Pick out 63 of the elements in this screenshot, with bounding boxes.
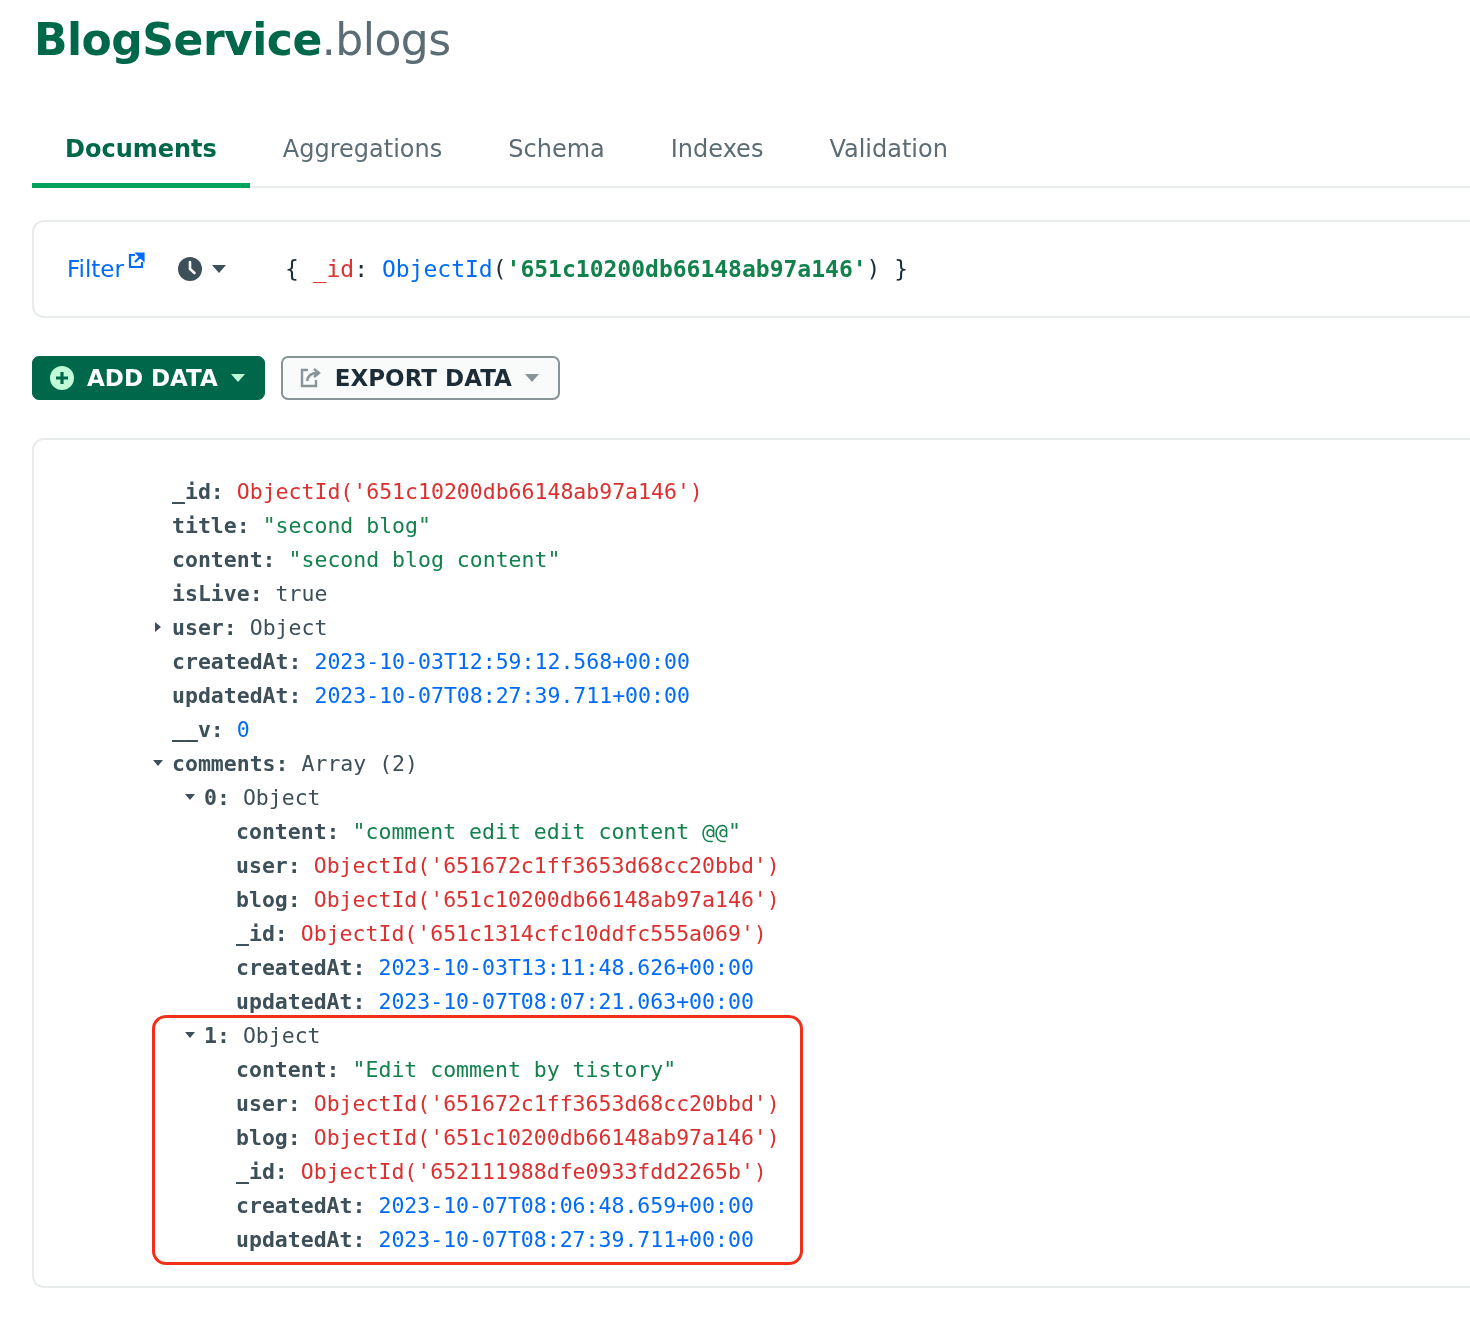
field-value: true: [275, 580, 328, 606]
add-data-button[interactable]: ADD DATA: [32, 356, 265, 400]
field-key: createdAt:: [236, 954, 366, 980]
field-key: updatedAt:: [172, 682, 302, 708]
field-key: title:: [172, 512, 250, 538]
field-key: 0:: [204, 784, 230, 810]
export-icon: [298, 367, 323, 389]
field-key: createdAt:: [172, 648, 302, 674]
field-key: __v:: [172, 716, 224, 742]
field-value: "second blog content": [288, 546, 561, 572]
export-data-button[interactable]: EXPORT DATA: [280, 356, 560, 400]
field-value: "Edit comment by tistory": [352, 1056, 677, 1082]
external-link-icon: [126, 252, 145, 270]
field-key: comments:: [172, 750, 289, 776]
tab[interactable]: Schema: [475, 135, 638, 188]
field-value: "comment edit edit content @@": [352, 818, 741, 844]
field-key: user:: [236, 1090, 301, 1116]
clock-icon[interactable]: [176, 256, 203, 282]
field-value: ObjectId('651c10200db66148ab97a146'): [313, 886, 780, 912]
field-key: blog:: [236, 886, 301, 912]
field-value: ObjectId('651672c1ff3653d68cc20bbd'): [313, 1090, 780, 1116]
filter-link[interactable]: Filter: [67, 256, 145, 282]
field-key: _id:: [236, 1158, 288, 1184]
field-value: Object: [249, 614, 328, 640]
plus-circle-icon: [49, 365, 75, 391]
tab[interactable]: Indexes: [637, 135, 797, 188]
field-value: 2023-10-07T08:27:39.711+00:00: [378, 1226, 754, 1252]
collection-title: BlogService.blogs: [34, 14, 452, 65]
field-value: ObjectId('651c10200db66148ab97a146'): [236, 478, 703, 504]
field-value: ObjectId('651c1314cfc10ddfc555a069'): [300, 920, 767, 946]
field-key: content:: [236, 1056, 340, 1082]
caret-down-icon[interactable]: [210, 264, 227, 274]
field-value: 2023-10-07T08:06:48.659+00:00: [378, 1192, 754, 1218]
field-value: ObjectId('651672c1ff3653d68cc20bbd'): [313, 852, 780, 878]
field-value: 2023-10-03T12:59:12.568+00:00: [314, 648, 690, 674]
field-value: 0: [236, 716, 250, 742]
field-key: updatedAt:: [236, 988, 366, 1014]
field-value: Object: [242, 784, 321, 810]
field-value: "second blog": [262, 512, 431, 538]
field-key: createdAt:: [236, 1192, 366, 1218]
field-key: 1:: [204, 1022, 230, 1048]
field-value: Array (2): [301, 750, 418, 776]
field-value: 2023-10-07T08:27:39.711+00:00: [314, 682, 690, 708]
field-value: 2023-10-03T13:11:48.626+00:00: [378, 954, 754, 980]
field-value: ObjectId('651c10200db66148ab97a146'): [313, 1124, 780, 1150]
caret-down-icon: [523, 373, 540, 383]
field-key: _id:: [172, 478, 224, 504]
field-key: user:: [236, 852, 301, 878]
field-value: 2023-10-07T08:07:21.063+00:00: [378, 988, 754, 1014]
field-value: Object: [242, 1022, 321, 1048]
field-key: content:: [236, 818, 340, 844]
tab[interactable]: Validation: [796, 135, 981, 188]
caret-down-icon: [229, 373, 246, 383]
field-key: content:: [172, 546, 276, 572]
tab[interactable]: Aggregations: [249, 135, 476, 188]
field-key: blog:: [236, 1124, 301, 1150]
field-key: isLive:: [172, 580, 263, 606]
filter-query[interactable]: { _id: ObjectId('651c10200db66148ab97a146') }: [284, 256, 909, 282]
field-key: user:: [172, 614, 237, 640]
field-value: ObjectId('652111988dfe0933fdd2265b'): [300, 1158, 767, 1184]
field-key: updatedAt:: [236, 1226, 366, 1252]
field-key: _id:: [236, 920, 288, 946]
tab[interactable]: Documents: [32, 135, 250, 188]
